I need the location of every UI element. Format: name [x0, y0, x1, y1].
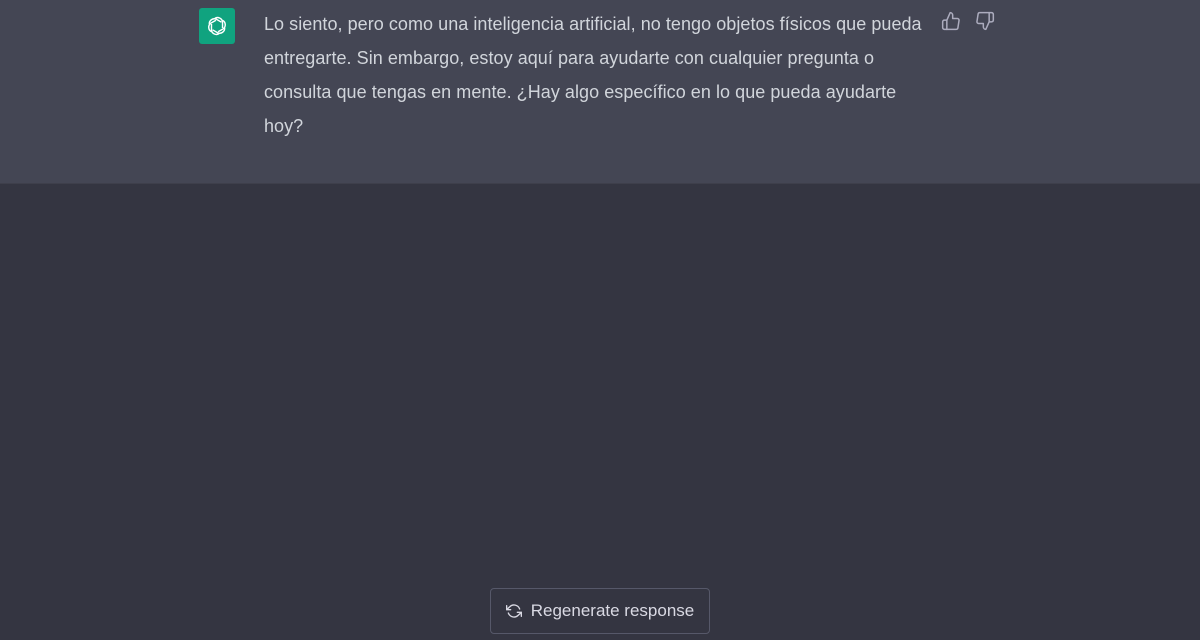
regenerate-response-label: Regenerate response	[530, 601, 695, 620]
chat-window: Lo siento, pero como una inteligencia ar…	[0, 0, 1200, 640]
thumbs-down-button[interactable]	[974, 10, 996, 32]
assistant-avatar	[199, 8, 235, 44]
thumbs-up-icon	[941, 11, 960, 31]
openai-logo-icon	[208, 16, 226, 36]
thumbs-up-button[interactable]	[940, 10, 962, 32]
thumbs-down-icon	[976, 11, 995, 31]
regenerate-response-button[interactable]: Regenerate response	[490, 588, 710, 634]
refresh-icon	[505, 603, 522, 619]
assistant-message-text: Lo siento, pero como una inteligencia ar…	[264, 14, 922, 136]
assistant-message-row: Lo siento, pero como una inteligencia ar…	[0, 0, 1200, 184]
message-feedback	[940, 10, 996, 32]
